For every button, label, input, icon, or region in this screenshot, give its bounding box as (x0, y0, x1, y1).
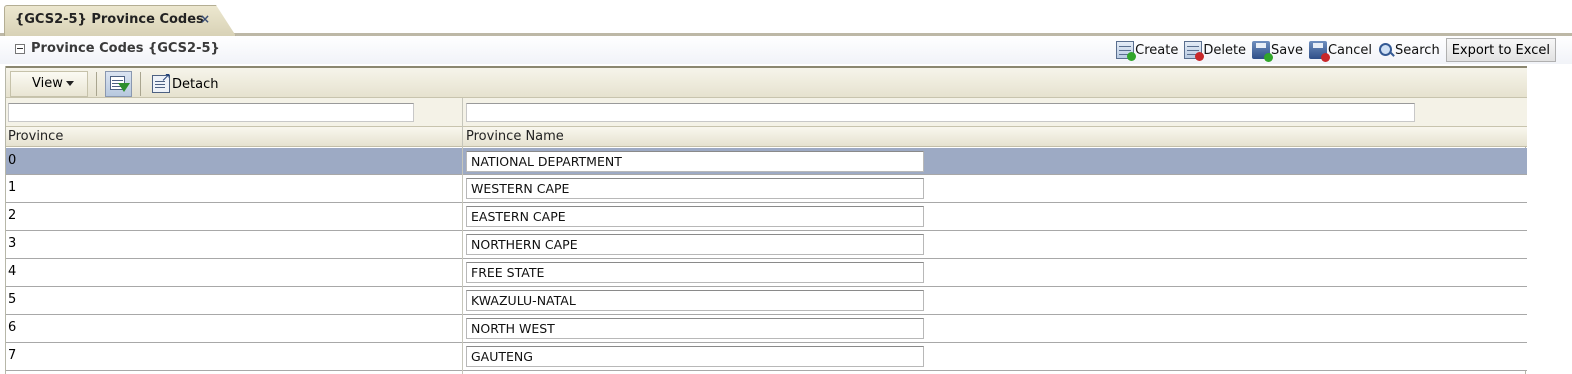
search-icon (1378, 42, 1394, 58)
cancel-icon (1308, 41, 1330, 62)
table-row[interactable]: 5 KWAZULU-NATAL (6, 287, 1527, 315)
table-row[interactable]: 4 FREE STATE (6, 259, 1527, 287)
province-code-cell: 6 (8, 320, 17, 335)
province-code-cell: 5 (8, 292, 17, 307)
detach-label: Detach (172, 76, 219, 92)
column-header-province-name[interactable]: Province Name (466, 129, 564, 144)
table-body: 0 NATIONAL DEPARTMENT 1 WESTERN CAPE 2 E… (6, 148, 1527, 371)
column-header-province[interactable]: Province (8, 129, 63, 144)
province-name-field[interactable]: GAUTENG (466, 346, 924, 367)
delete-button[interactable]: Delete (1184, 41, 1247, 61)
province-code-cell: 2 (8, 208, 17, 223)
province-name-field[interactable]: WESTERN CAPE (466, 178, 924, 199)
detach-button[interactable]: Detach (152, 70, 219, 93)
delete-icon (1184, 41, 1205, 61)
column-divider[interactable] (462, 98, 463, 374)
tab-strip: {GCS2-5} Province Codes × (0, 0, 1572, 36)
funnel-icon (118, 83, 130, 92)
view-label: View (32, 76, 63, 91)
query-by-example-button[interactable] (105, 71, 132, 97)
filter-row (6, 98, 1527, 127)
view-menu-button[interactable]: View (10, 71, 88, 97)
province-code-cell: 4 (8, 264, 17, 279)
tab-province-codes[interactable]: {GCS2-5} Province Codes × (4, 5, 236, 36)
chevron-down-icon (65, 81, 74, 86)
province-code-cell: 0 (8, 153, 17, 168)
close-icon[interactable]: × (200, 12, 210, 26)
export-to-excel-button[interactable]: Export to Excel (1445, 38, 1556, 62)
table-row[interactable]: 0 NATIONAL DEPARTMENT (6, 148, 1527, 175)
province-code-cell: 1 (8, 180, 17, 195)
column-header-row: Province Province Name (6, 127, 1527, 147)
province-name-filter-input[interactable] (466, 103, 1415, 122)
table-row[interactable]: 2 EASTERN CAPE (6, 203, 1527, 231)
table-row[interactable]: 6 NORTH WEST (6, 315, 1527, 343)
province-name-field[interactable]: NATIONAL DEPARTMENT (466, 151, 924, 172)
create-icon (1116, 41, 1137, 61)
collapse-icon[interactable] (15, 44, 25, 54)
province-name-field[interactable]: FREE STATE (466, 262, 924, 283)
create-button[interactable]: Create (1116, 41, 1179, 61)
search-button[interactable]: Search (1378, 42, 1440, 58)
delete-label: Delete (1203, 42, 1247, 58)
cancel-label: Cancel (1327, 42, 1373, 58)
table-panel: View Detach Province Province Name 0 NAT… (5, 66, 1527, 374)
save-icon (1252, 41, 1274, 62)
table-row[interactable]: 7 GAUTENG (6, 343, 1527, 371)
panel-title: Province Codes {GCS2-5} (31, 41, 220, 56)
toolbar-divider (96, 72, 97, 96)
province-name-field[interactable]: EASTERN CAPE (466, 206, 924, 227)
table-toolbar: View Detach (6, 66, 1527, 98)
save-button[interactable]: Save (1252, 41, 1303, 62)
search-label: Search (1395, 42, 1440, 58)
action-bar: Create Delete Save Cancel Search Export … (1116, 38, 1556, 62)
cancel-button[interactable]: Cancel (1308, 41, 1373, 62)
panel-header: Province Codes {GCS2-5} Create Delete Sa… (0, 36, 1572, 64)
toolbar-divider (140, 72, 141, 96)
create-label: Create (1135, 42, 1179, 58)
province-code-cell: 3 (8, 236, 17, 251)
province-name-field[interactable]: NORTHERN CAPE (466, 234, 924, 255)
table-row[interactable]: 3 NORTHERN CAPE (6, 231, 1527, 259)
tab-title: {GCS2-5} Province Codes (15, 12, 204, 27)
save-label: Save (1271, 42, 1303, 58)
province-filter-input[interactable] (8, 103, 414, 122)
province-name-field[interactable]: KWAZULU-NATAL (466, 290, 924, 311)
detach-icon (152, 70, 171, 93)
province-code-cell: 7 (8, 348, 17, 363)
province-name-field[interactable]: NORTH WEST (466, 318, 924, 339)
table-row[interactable]: 1 WESTERN CAPE (6, 175, 1527, 203)
